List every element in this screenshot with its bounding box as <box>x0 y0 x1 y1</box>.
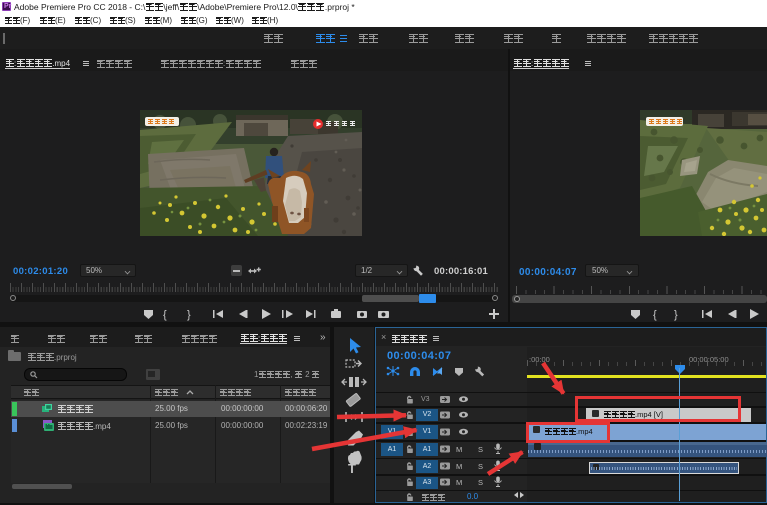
svg-text:M: M <box>456 462 462 471</box>
svg-text:M: M <box>456 445 462 454</box>
svg-text:{: { <box>163 309 167 321</box>
svg-text:S: S <box>478 445 483 454</box>
svg-text:}: } <box>674 309 678 321</box>
svg-text:T: T <box>348 461 356 476</box>
svg-text:M: M <box>456 478 462 487</box>
svg-text:S: S <box>478 462 483 471</box>
svg-text:{: { <box>653 309 657 321</box>
svg-text:S: S <box>478 478 483 487</box>
svg-text:}: } <box>187 309 191 321</box>
